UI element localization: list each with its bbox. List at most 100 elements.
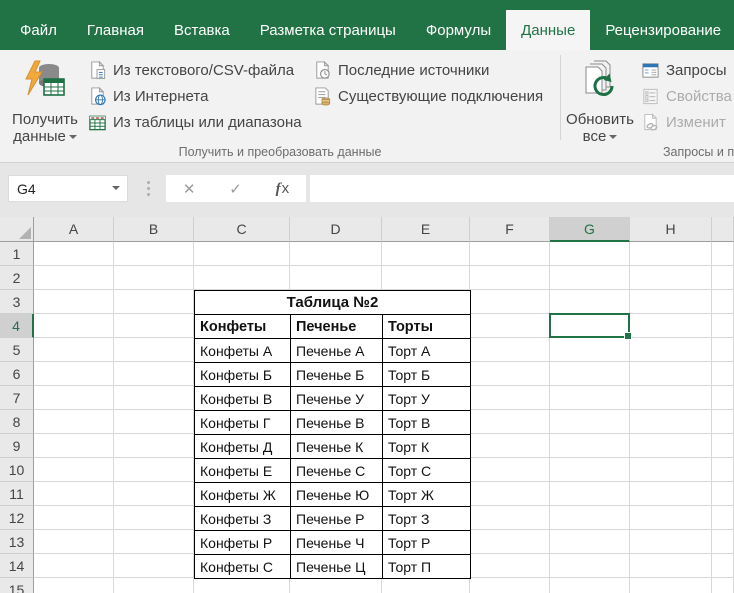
cell-G15[interactable] [550, 578, 630, 593]
cell-G9[interactable] [550, 434, 630, 458]
cell-B4[interactable] [114, 314, 194, 338]
row-header-13[interactable]: 13 [0, 530, 34, 554]
row-header-15[interactable]: 15 [0, 578, 34, 593]
cell-F1[interactable] [470, 242, 550, 266]
cell-B3[interactable] [114, 290, 194, 314]
cell-G1[interactable] [550, 242, 630, 266]
cell-H10[interactable] [630, 458, 712, 482]
cell-B14[interactable] [114, 554, 194, 578]
cell-A10[interactable] [34, 458, 114, 482]
table-cell-r9c3[interactable]: Торт Р [383, 531, 471, 555]
table-title[interactable]: Таблица №2 [195, 291, 471, 315]
cell-H4[interactable] [630, 314, 712, 338]
table-header-2[interactable]: Печенье [291, 315, 383, 339]
cell-I13[interactable] [712, 530, 734, 554]
enter-icon[interactable]: ✓ [229, 180, 242, 198]
tab-review[interactable]: Рецензирование [590, 10, 734, 50]
cell-A9[interactable] [34, 434, 114, 458]
selected-cell-outline[interactable] [549, 313, 630, 338]
cell-G2[interactable] [550, 266, 630, 290]
table-cell-r3c1[interactable]: Конфеты В [195, 387, 291, 411]
cell-H6[interactable] [630, 362, 712, 386]
table-cell-r8c3[interactable]: Торт З [383, 507, 471, 531]
cell-B1[interactable] [114, 242, 194, 266]
cell-F5[interactable] [470, 338, 550, 362]
cell-I5[interactable] [712, 338, 734, 362]
cell-G7[interactable] [550, 386, 630, 410]
cell-A8[interactable] [34, 410, 114, 434]
cell-G3[interactable] [550, 290, 630, 314]
cell-F2[interactable] [470, 266, 550, 290]
name-box-caret-icon[interactable] [105, 180, 127, 198]
table-header-1[interactable]: Конфеты [195, 315, 291, 339]
cell-H15[interactable] [630, 578, 712, 593]
cell-G8[interactable] [550, 410, 630, 434]
cell-D15[interactable] [290, 578, 382, 593]
table-cell-r2c2[interactable]: Печенье Б [291, 363, 383, 387]
table-cell-r1c3[interactable]: Торт А [383, 339, 471, 363]
cell-H8[interactable] [630, 410, 712, 434]
cell-G6[interactable] [550, 362, 630, 386]
row-header-2[interactable]: 2 [0, 266, 34, 290]
row-header-7[interactable]: 7 [0, 386, 34, 410]
table-cell-r3c3[interactable]: Торт У [383, 387, 471, 411]
column-header-h[interactable]: H [630, 217, 712, 242]
table-cell-r1c1[interactable]: Конфеты А [195, 339, 291, 363]
cell-F7[interactable] [470, 386, 550, 410]
cell-B13[interactable] [114, 530, 194, 554]
cell-F9[interactable] [470, 434, 550, 458]
cell-B7[interactable] [114, 386, 194, 410]
cell-G10[interactable] [550, 458, 630, 482]
column-header-a[interactable]: A [34, 217, 114, 242]
cell-G12[interactable] [550, 506, 630, 530]
cell-I2[interactable] [712, 266, 734, 290]
row-header-11[interactable]: 11 [0, 482, 34, 506]
table-cell-r3c2[interactable]: Печенье У [291, 387, 383, 411]
cell-G13[interactable] [550, 530, 630, 554]
insert-function-icon[interactable]: fx [276, 180, 290, 198]
cell-A5[interactable] [34, 338, 114, 362]
column-header-partial[interactable] [712, 217, 734, 242]
table-cell-r7c1[interactable]: Конфеты Ж [195, 483, 291, 507]
row-header-14[interactable]: 14 [0, 554, 34, 578]
cell-I10[interactable] [712, 458, 734, 482]
column-header-f[interactable]: F [470, 217, 550, 242]
cell-I3[interactable] [712, 290, 734, 314]
cell-H1[interactable] [630, 242, 712, 266]
cell-A7[interactable] [34, 386, 114, 410]
cell-I9[interactable] [712, 434, 734, 458]
cell-B10[interactable] [114, 458, 194, 482]
table-cell-r4c1[interactable]: Конфеты Г [195, 411, 291, 435]
cell-F3[interactable] [470, 290, 550, 314]
cell-F12[interactable] [470, 506, 550, 530]
table-cell-r6c1[interactable]: Конфеты Е [195, 459, 291, 483]
cell-B9[interactable] [114, 434, 194, 458]
cell-D2[interactable] [290, 266, 382, 290]
row-header-12[interactable]: 12 [0, 506, 34, 530]
get-data-button[interactable]: Получить данные [6, 53, 84, 159]
table-cell-r5c1[interactable]: Конфеты Д [195, 435, 291, 459]
row-header-5[interactable]: 5 [0, 338, 34, 362]
table-cell-r4c2[interactable]: Печенье В [291, 411, 383, 435]
cell-A13[interactable] [34, 530, 114, 554]
cell-A1[interactable] [34, 242, 114, 266]
table-cell-r10c3[interactable]: Торт П [383, 555, 471, 579]
queries-item[interactable]: Запросы [641, 57, 727, 83]
cell-F11[interactable] [470, 482, 550, 506]
cell-F8[interactable] [470, 410, 550, 434]
table-cell-r1c2[interactable]: Печенье А [291, 339, 383, 363]
cell-I14[interactable] [712, 554, 734, 578]
cell-I4[interactable] [712, 314, 734, 338]
table-cell-r9c2[interactable]: Печенье Ч [291, 531, 383, 555]
cell-F15[interactable] [470, 578, 550, 593]
cell-A4[interactable] [34, 314, 114, 338]
cell-A6[interactable] [34, 362, 114, 386]
cell-E1[interactable] [382, 242, 470, 266]
cell-G5[interactable] [550, 338, 630, 362]
cell-C15[interactable] [194, 578, 290, 593]
table-cell-r2c1[interactable]: Конфеты Б [195, 363, 291, 387]
select-all-button[interactable] [0, 217, 34, 242]
cell-I8[interactable] [712, 410, 734, 434]
cell-H9[interactable] [630, 434, 712, 458]
fill-handle[interactable] [624, 332, 632, 340]
